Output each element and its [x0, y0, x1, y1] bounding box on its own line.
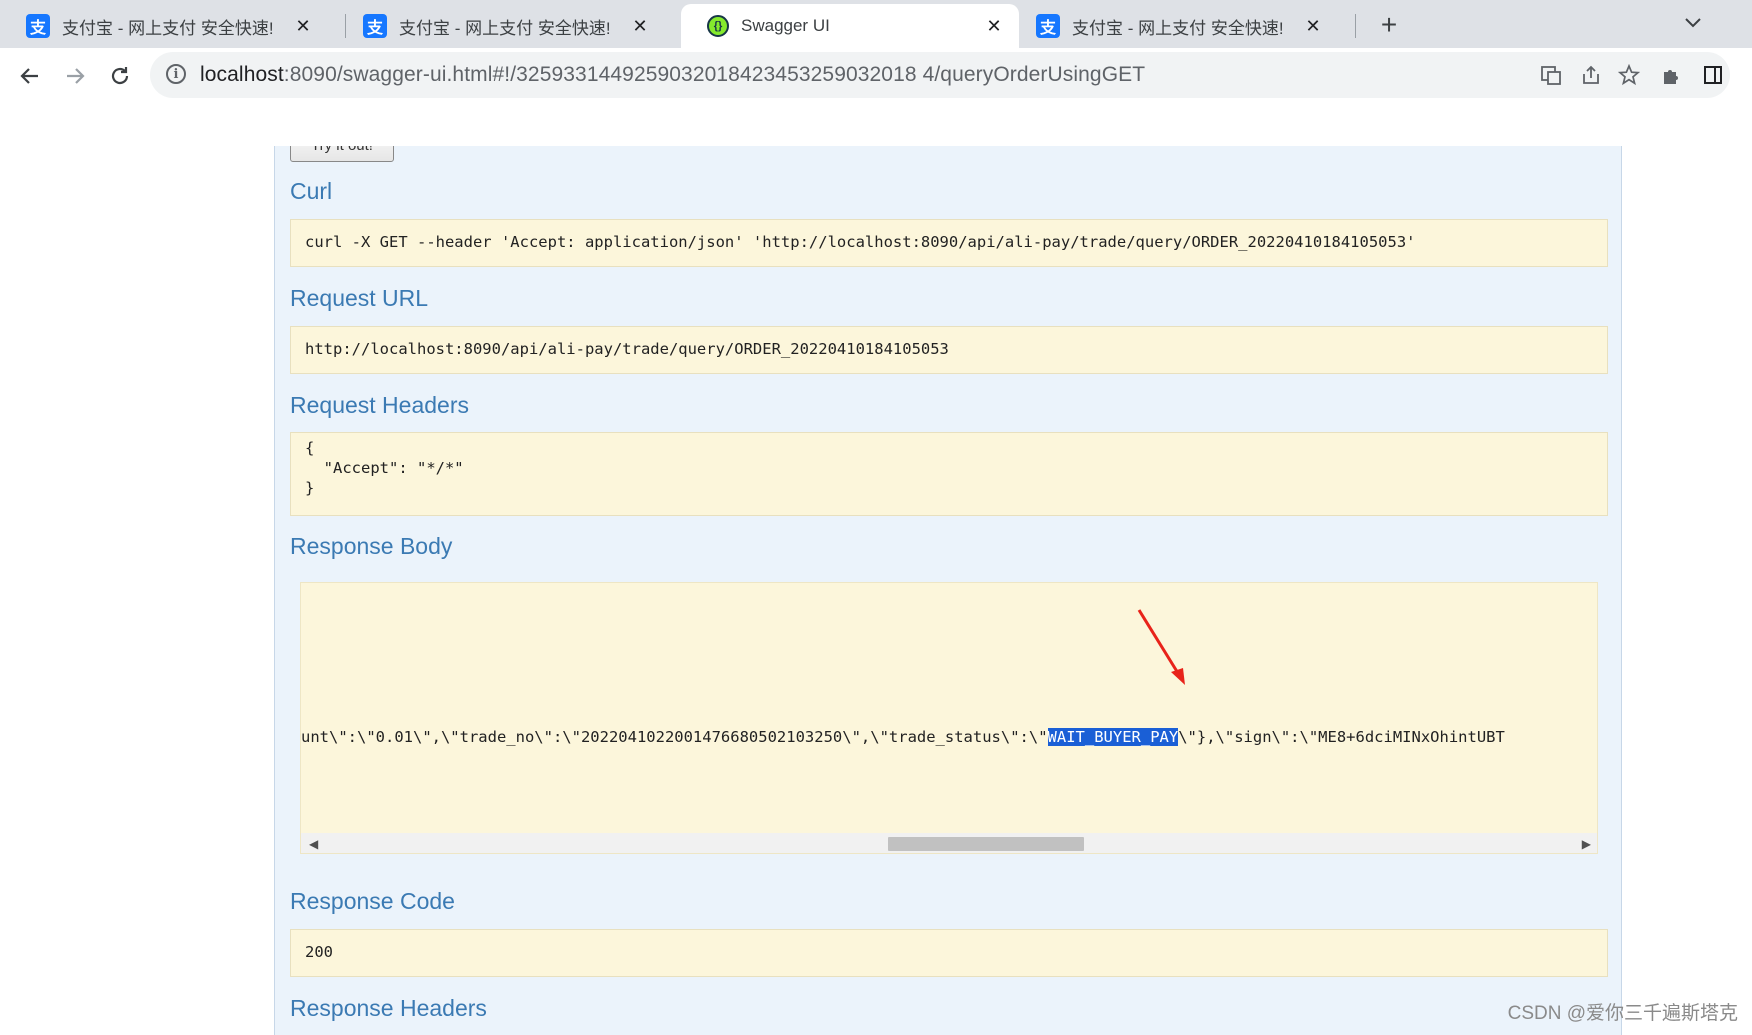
star-glyph — [1618, 64, 1640, 86]
bookmark-star-icon[interactable] — [1616, 62, 1642, 88]
browser-tab-1[interactable]: 支 支付宝 - 网上支付 安全快速! ✕ — [0, 4, 328, 48]
tab-strip: 支 支付宝 - 网上支付 安全快速! ✕ 支 支付宝 - 网上支付 安全快速! … — [0, 0, 1752, 48]
puzzle-glyph — [1664, 70, 1678, 84]
browser-tab-4[interactable]: 支 支付宝 - 网上支付 安全快速! ✕ — [1010, 4, 1338, 48]
close-icon[interactable]: ✕ — [629, 16, 651, 37]
request-headers-line: "Accept": "*/*" — [305, 459, 464, 477]
request-headers-line: { — [305, 439, 315, 457]
tab-search-button[interactable] — [1678, 8, 1708, 38]
curl-box: curl -X GET --header 'Accept: applicatio… — [290, 219, 1608, 267]
alipay-icon: 支 — [26, 14, 50, 38]
back-button[interactable] — [12, 58, 48, 94]
request-headers-line: } — [305, 479, 315, 497]
response-body-box[interactable]: unt\":\"0.01\",\"trade_no\":\"2022041022… — [300, 582, 1598, 854]
response-body-after: \"},\"sign\":\"ME8+6dciMINxOhintUBT — [1178, 728, 1505, 746]
scroll-left-arrow-icon[interactable]: ◀ — [309, 837, 318, 851]
panel-glyph — [1704, 66, 1722, 84]
browser-tab-2[interactable]: 支 支付宝 - 网上支付 安全快速! ✕ — [337, 4, 665, 48]
side-panel-icon[interactable] — [1700, 62, 1726, 88]
scroll-right-arrow-icon[interactable]: ▶ — [1582, 837, 1591, 851]
response-headers-title: Response Headers — [290, 995, 487, 1021]
selected-trade-status[interactable]: WAIT_BUYER_PAY — [1047, 728, 1179, 746]
reload-icon — [111, 67, 129, 85]
scrollbar-thumb[interactable] — [888, 837, 1084, 851]
alipay-icon: 支 — [363, 14, 387, 38]
chevron-down-icon — [1685, 18, 1701, 28]
share-glyph — [1583, 65, 1599, 84]
tab-separator — [1355, 14, 1356, 38]
extensions-icon[interactable] — [1658, 62, 1684, 88]
curl-command: curl -X GET --header 'Accept: applicatio… — [305, 233, 1416, 251]
try-it-out-button[interactable]: Try it out! — [290, 146, 394, 162]
url-host: localhost — [200, 63, 284, 86]
page-content: Try it out! Curl curl -X GET --header 'A… — [0, 146, 1752, 1035]
request-headers-title: Request Headers — [290, 392, 469, 418]
red-annotation-arrow-icon — [1137, 609, 1185, 685]
address-bar[interactable]: i localhost:8090/swagger-ui.html#!/32593… — [150, 52, 1730, 98]
tab-title: 支付宝 - 网上支付 安全快速! — [62, 18, 274, 38]
response-body-title: Response Body — [290, 533, 453, 559]
new-tab-button[interactable]: + — [1372, 8, 1406, 42]
tab-title: Swagger UI — [741, 16, 830, 35]
close-icon[interactable]: ✕ — [983, 16, 1005, 37]
watermark: CSDN @爱你三千遍斯塔克 — [1507, 1003, 1738, 1024]
swagger-icon: {} — [707, 15, 729, 37]
response-body-before: unt\":\"0.01\",\"trade_no\":\"2022041022… — [301, 728, 1048, 746]
url-path: :8090/swagger-ui.html#!/3259331449259032… — [283, 63, 1146, 86]
translate-icon[interactable] — [1538, 62, 1564, 88]
browser-toolbar: i localhost:8090/swagger-ui.html#!/32593… — [0, 48, 1752, 147]
response-body-text: unt\":\"0.01\",\"trade_no\":\"2022041022… — [301, 728, 1505, 746]
translate-glyph — [1541, 66, 1561, 85]
arrow-right-icon — [67, 68, 85, 84]
url-text[interactable]: localhost:8090/swagger-ui.html#!/3259331… — [200, 63, 1145, 87]
swagger-operation-block: Try it out! Curl curl -X GET --header 'A… — [274, 146, 1622, 1035]
reload-button[interactable] — [102, 58, 138, 94]
arrow-left-icon — [20, 68, 38, 84]
tab-title: 支付宝 - 网上支付 安全快速! — [1072, 18, 1284, 38]
request-url-box: http://localhost:8090/api/ali-pay/trade/… — [290, 326, 1608, 374]
close-icon[interactable]: ✕ — [292, 16, 314, 37]
close-icon[interactable]: ✕ — [1302, 16, 1324, 37]
curl-title: Curl — [290, 178, 333, 204]
request-headers-box: { "Accept": "*/*" } — [290, 432, 1608, 516]
browser-tab-3[interactable]: {} Swagger UI ✕ — [681, 4, 1019, 48]
request-url-value: http://localhost:8090/api/ali-pay/trade/… — [305, 340, 949, 358]
response-code-box: 200 — [290, 929, 1608, 977]
alipay-icon: 支 — [1036, 14, 1060, 38]
forward-button[interactable] — [57, 58, 93, 94]
share-icon[interactable] — [1578, 62, 1604, 88]
response-code-title: Response Code — [290, 888, 455, 914]
response-code-value: 200 — [305, 943, 333, 961]
tab-title: 支付宝 - 网上支付 安全快速! — [399, 18, 611, 38]
request-url-title: Request URL — [290, 285, 429, 311]
info-icon[interactable]: i — [166, 64, 186, 84]
horizontal-scrollbar[interactable]: ◀ ▶ — [301, 833, 1597, 853]
